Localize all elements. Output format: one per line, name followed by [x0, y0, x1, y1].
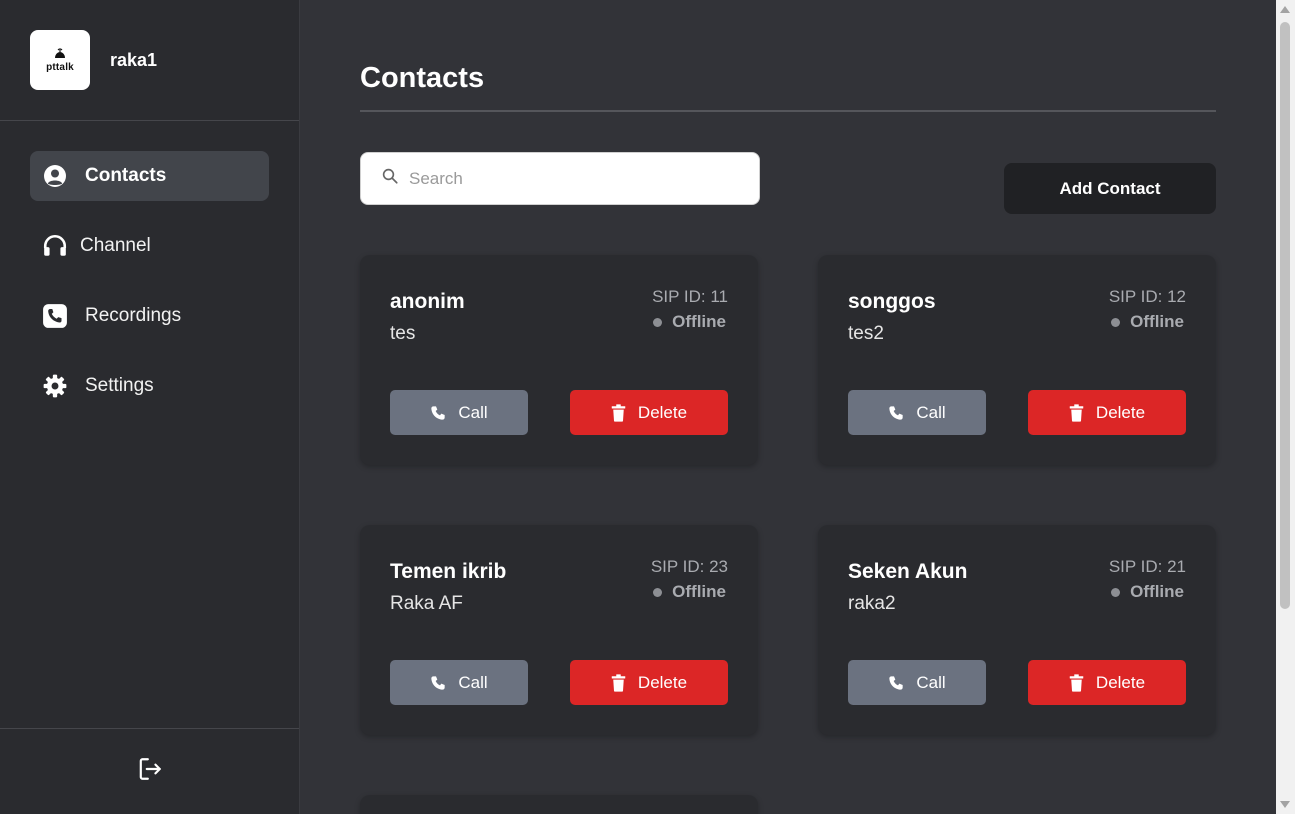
- phone-icon: [888, 405, 904, 421]
- delete-label: Delete: [1095, 402, 1146, 422]
- scrollbar-thumb[interactable]: [1280, 22, 1290, 609]
- phone-icon: [430, 675, 446, 691]
- contact-name: songgos: [848, 290, 936, 313]
- search-box[interactable]: [360, 152, 760, 205]
- scrollbar[interactable]: [1276, 0, 1295, 814]
- status-dot: [653, 317, 663, 327]
- status-label: Offline: [1130, 582, 1184, 601]
- phone-icon: [888, 675, 904, 691]
- contact-card: songgos tes2 SIP ID: 12 Offline Call Del…: [818, 255, 1216, 465]
- call-label: Call: [458, 402, 488, 422]
- call-button[interactable]: Call: [848, 660, 986, 705]
- sidebar-item-contacts[interactable]: Contacts: [30, 151, 269, 201]
- call-button[interactable]: Call: [390, 390, 528, 435]
- status-dot: [1111, 317, 1121, 327]
- sidebar: pttalk raka1 Contacts Channel Recordings…: [0, 0, 300, 814]
- call-label: Call: [458, 672, 488, 692]
- contact-name: Temen ikrib: [390, 560, 507, 583]
- delete-button[interactable]: Delete: [1028, 390, 1186, 435]
- status-label: Offline: [672, 582, 726, 601]
- sidebar-item-recordings[interactable]: Recordings: [30, 291, 269, 341]
- status-dot: [1111, 587, 1121, 597]
- sidebar-nav: Contacts Channel Recordings Settings: [0, 121, 299, 411]
- contact-name: anonim: [390, 290, 465, 313]
- sip-id: SIP ID: 23: [650, 557, 728, 576]
- sidebar-item-label: Contacts: [85, 165, 167, 186]
- title-divider: [360, 110, 1216, 112]
- status-badge: Offline: [653, 582, 726, 602]
- delete-label: Delete: [1095, 672, 1146, 692]
- page-title: Contacts: [360, 62, 485, 94]
- phone-square-icon: [40, 301, 70, 331]
- sidebar-item-settings[interactable]: Settings: [30, 361, 269, 411]
- call-label: Call: [916, 402, 946, 422]
- status-label: Offline: [672, 312, 726, 331]
- contact-card: [360, 795, 758, 814]
- delete-label: Delete: [637, 672, 688, 692]
- username: raka1: [110, 49, 158, 70]
- sidebar-item-label: Channel: [80, 235, 151, 256]
- status-badge: Offline: [1111, 582, 1184, 602]
- status-dot: [653, 587, 663, 597]
- logout-icon[interactable]: [137, 756, 163, 787]
- user-circle-icon: [40, 161, 70, 191]
- delete-button[interactable]: Delete: [570, 660, 728, 705]
- sip-id: SIP ID: 12: [1108, 287, 1186, 306]
- phone-icon: [430, 405, 446, 421]
- call-button[interactable]: Call: [848, 390, 986, 435]
- call-label: Call: [916, 672, 946, 692]
- contact-name: Seken Akun: [848, 560, 968, 583]
- contact-subtitle: raka2: [848, 593, 896, 614]
- contact-card: Seken Akun raka2 SIP ID: 21 Offline Call…: [818, 525, 1216, 735]
- scroll-up-icon[interactable]: [1280, 6, 1290, 13]
- delete-label: Delete: [637, 402, 688, 422]
- search-input[interactable]: [409, 168, 729, 189]
- sip-id: SIP ID: 11: [652, 287, 728, 306]
- headphones-icon: [40, 231, 70, 261]
- status-badge: Offline: [1111, 312, 1184, 332]
- sidebar-footer: [0, 728, 299, 814]
- search-icon: [381, 167, 399, 190]
- contact-subtitle: Raka AF: [390, 593, 463, 614]
- contact-subtitle: tes2: [848, 323, 884, 344]
- logo-mark-icon: [55, 48, 65, 58]
- contact-card: anonim tes SIP ID: 11 Offline Call Delet…: [360, 255, 758, 465]
- contact-card: Temen ikrib Raka AF SIP ID: 23 Offline C…: [360, 525, 758, 735]
- app-logo[interactable]: pttalk: [30, 30, 90, 90]
- sip-id: SIP ID: 21: [1108, 557, 1186, 576]
- sidebar-item-label: Recordings: [85, 305, 182, 326]
- trash-icon: [1069, 673, 1084, 692]
- trash-icon: [611, 403, 626, 422]
- status-label: Offline: [1130, 312, 1184, 331]
- brand-header: pttalk raka1: [0, 0, 299, 121]
- contact-subtitle: tes: [390, 323, 416, 344]
- gear-icon: [40, 371, 70, 401]
- main-content: Contacts Add Contact anonim tes SIP ID: …: [300, 0, 1276, 814]
- status-badge: Offline: [653, 312, 726, 332]
- delete-button[interactable]: Delete: [1028, 660, 1186, 705]
- delete-button[interactable]: Delete: [570, 390, 728, 435]
- call-button[interactable]: Call: [390, 660, 528, 705]
- trash-icon: [611, 673, 626, 692]
- logo-text: pttalk: [46, 62, 74, 73]
- sidebar-item-channel[interactable]: Channel: [30, 221, 269, 271]
- trash-icon: [1069, 403, 1084, 422]
- add-contact-button[interactable]: Add Contact: [1004, 163, 1216, 214]
- sidebar-item-label: Settings: [85, 375, 154, 396]
- scroll-down-icon[interactable]: [1280, 801, 1290, 808]
